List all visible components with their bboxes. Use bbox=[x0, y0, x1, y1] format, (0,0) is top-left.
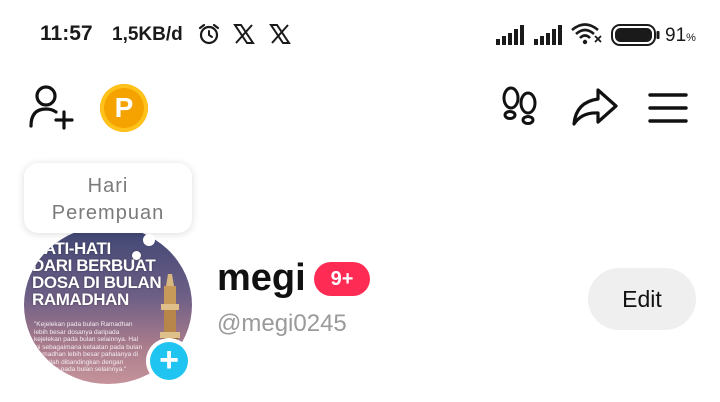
share-icon[interactable] bbox=[570, 86, 620, 128]
menu-icon[interactable] bbox=[648, 92, 688, 124]
avatar-caption: "Kejelekan pada bulan Ramadhan lebih bes… bbox=[34, 321, 143, 373]
plus-icon: + bbox=[150, 342, 188, 380]
battery-icon bbox=[611, 24, 660, 46]
network-speed: 1,5KB/d bbox=[112, 24, 183, 45]
note-line-1: Hari bbox=[87, 175, 129, 197]
status-time: 11:57 bbox=[40, 22, 93, 45]
username: megi bbox=[217, 257, 306, 299]
add-story-button[interactable]: + bbox=[146, 338, 192, 384]
note-bubble[interactable]: Hari Perempuan bbox=[24, 163, 192, 233]
notification-badge[interactable]: 9+ bbox=[314, 262, 370, 296]
user-handle: @megi0245 bbox=[217, 310, 347, 337]
signal-icon bbox=[496, 25, 524, 45]
add-user-icon[interactable] bbox=[28, 84, 76, 130]
x-app-icon bbox=[233, 24, 255, 44]
alarm-icon bbox=[198, 23, 220, 45]
p-coin-icon[interactable]: P bbox=[100, 84, 148, 132]
signal-icon bbox=[534, 25, 562, 45]
note-line-2: Perempuan bbox=[51, 202, 165, 224]
footprints-icon[interactable] bbox=[500, 86, 540, 128]
bubble-tail-dot bbox=[132, 251, 141, 260]
edit-profile-button[interactable]: Edit bbox=[588, 268, 696, 330]
x-app-icon bbox=[269, 24, 291, 44]
bubble-tail-dot bbox=[143, 234, 155, 246]
wifi-icon bbox=[571, 23, 602, 45]
battery-percentage: 91% bbox=[665, 25, 696, 46]
